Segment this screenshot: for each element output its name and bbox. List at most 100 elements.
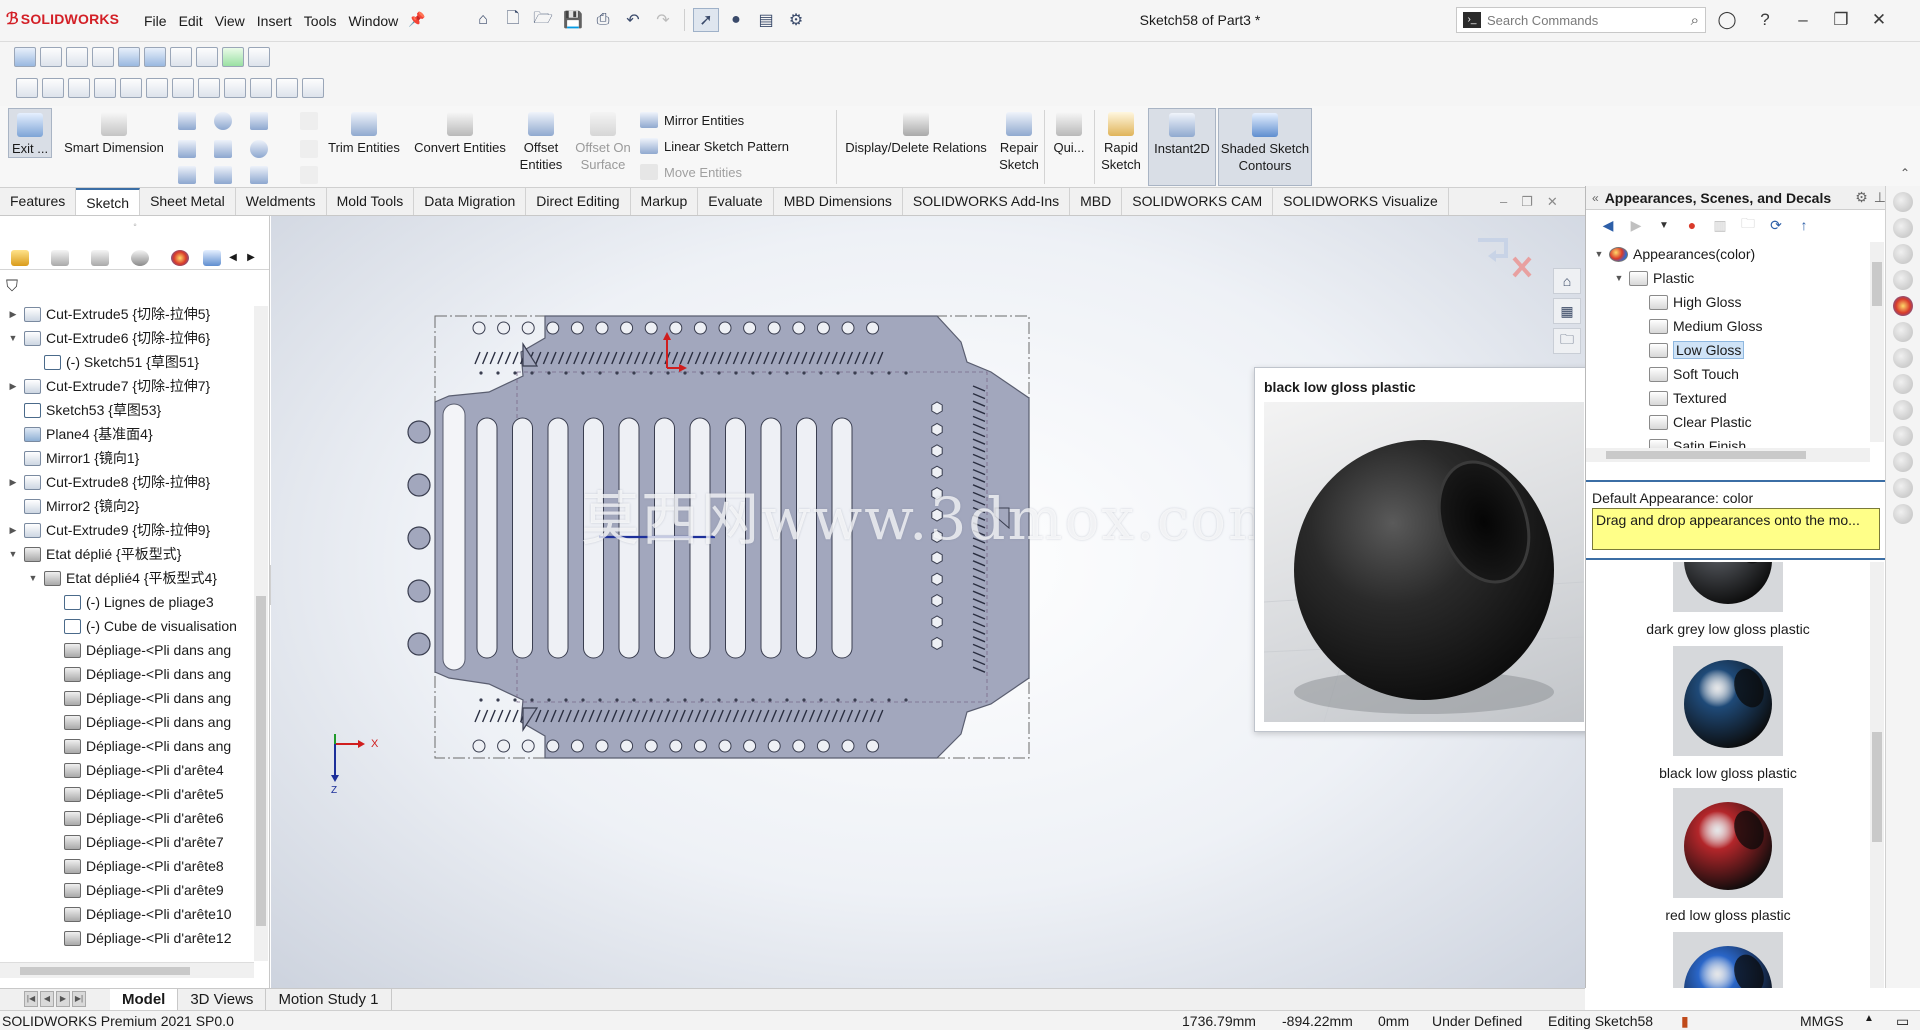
tree-item[interactable]: Dépliage-<Pli d'arête5 xyxy=(0,782,254,806)
rebuild-icon[interactable]: ▮ xyxy=(1681,1013,1689,1030)
solidworks-forum-tab-icon[interactable] xyxy=(1893,348,1913,368)
library-node[interactable]: ▼ Appearances(color) xyxy=(1586,242,1870,266)
tree-item[interactable]: Dépliage-<Pli dans ang xyxy=(0,686,254,710)
minimize-icon[interactable]: – xyxy=(1791,8,1815,32)
swatch-list-scrollbar[interactable] xyxy=(1870,562,1884,988)
tab-sheet-metal[interactable]: Sheet Metal xyxy=(140,188,236,215)
text-icon[interactable] xyxy=(300,140,318,158)
tab-mold-tools[interactable]: Mold Tools xyxy=(327,188,415,215)
spline-icon[interactable] xyxy=(250,112,268,130)
appearance-swatch[interactable] xyxy=(1586,932,1870,988)
display-style-icon[interactable] xyxy=(144,47,166,67)
close-icon[interactable]: ✕ xyxy=(1867,8,1891,32)
back-arrow-icon[interactable]: ◀ xyxy=(1598,216,1618,234)
sketch-tool-icon-7[interactable] xyxy=(172,78,194,98)
doc-restore-icon[interactable]: ❐ xyxy=(1521,194,1533,210)
collapse-arrow-icon[interactable]: ▼ xyxy=(6,333,20,343)
tab-features[interactable]: Features xyxy=(0,188,77,215)
sketch-tool-icon-4[interactable] xyxy=(94,78,116,98)
up-level-icon[interactable]: ↑ xyxy=(1794,216,1814,234)
library-node[interactable]: Satin Finish xyxy=(1586,434,1870,448)
tab-weldments[interactable]: Weldments xyxy=(236,188,327,215)
filter-icon[interactable]: ⛉ xyxy=(6,278,18,296)
last-tab-icon[interactable]: ▶| xyxy=(72,990,86,1007)
tab-markup[interactable]: Markup xyxy=(631,188,699,215)
expand-arrow-icon[interactable]: ▶ xyxy=(6,477,20,488)
resources-tab-icon[interactable] xyxy=(1893,192,1913,212)
tree-item[interactable]: (-) Lignes de pliage3 xyxy=(0,590,254,614)
new-document-icon[interactable]: 🗋 xyxy=(500,8,526,32)
forward-arrow-icon[interactable]: ▶ xyxy=(1626,216,1646,234)
circle-icon[interactable] xyxy=(214,112,232,130)
tab-evaluate[interactable]: Evaluate xyxy=(698,188,774,215)
configuration-manager-tab-icon[interactable] xyxy=(80,247,120,269)
scroll-thumb[interactable] xyxy=(256,596,266,926)
scroll-thumb[interactable] xyxy=(20,967,190,975)
library-node[interactable]: Low Gloss xyxy=(1586,338,1870,362)
save-icon[interactable]: 💾 xyxy=(560,8,586,32)
tree-item[interactable]: ▼ Etat déplié4 {平板型式4} xyxy=(0,566,254,590)
collapse-arrow-icon[interactable]: ▼ xyxy=(1612,273,1626,283)
arc-icon[interactable] xyxy=(214,140,232,158)
sketch-tool-icon-11[interactable] xyxy=(276,78,298,98)
tab-scroll-right-icon[interactable]: ▶ xyxy=(242,247,260,269)
repair-sketch-button[interactable]: Repair Sketch xyxy=(996,108,1042,173)
toolbox-tab-icon[interactable] xyxy=(1893,400,1913,420)
search-icon[interactable]: ⌕ xyxy=(1691,12,1699,29)
library-node[interactable]: Medium Gloss xyxy=(1586,314,1870,338)
view-cube-icon[interactable] xyxy=(118,47,140,67)
tree-item[interactable]: Dépliage-<Pli d'arête6 xyxy=(0,806,254,830)
menu-view[interactable]: View xyxy=(209,11,251,31)
convert-entities-button[interactable]: Convert Entities xyxy=(410,108,510,156)
scene-icon[interactable] xyxy=(222,47,244,67)
tree-item[interactable]: Dépliage-<Pli dans ang xyxy=(0,710,254,734)
tree-item[interactable]: Plane4 {基准面4} xyxy=(0,422,254,446)
cam-tab-icon[interactable] xyxy=(200,247,224,269)
tree-item[interactable]: ▶ Cut-Extrude9 {切除-拉伸9} xyxy=(0,518,254,542)
refresh-icon[interactable]: ⟳ xyxy=(1766,216,1786,234)
account-icon[interactable]: ◯ xyxy=(1715,8,1739,32)
display-manager-tab-icon[interactable] xyxy=(160,247,200,269)
rectangle-icon[interactable] xyxy=(178,140,196,158)
ellipse-icon[interactable] xyxy=(250,140,268,158)
tree-item[interactable]: ▼ Etat déplié {平板型式} xyxy=(0,542,254,566)
smart-dimension-button[interactable]: Smart Dimension xyxy=(60,108,168,156)
library-node[interactable]: Textured xyxy=(1586,386,1870,410)
view-folder-icon[interactable]: 🗀 xyxy=(1553,328,1581,354)
library-node[interactable]: ▼ Plastic xyxy=(1586,266,1870,290)
cam-tab-icon[interactable] xyxy=(1893,426,1913,446)
view-home-icon[interactable]: ⌂ xyxy=(1553,268,1581,294)
first-tab-icon[interactable]: |◀ xyxy=(24,990,38,1007)
tree-item[interactable]: Dépliage-<Pli dans ang xyxy=(0,638,254,662)
tree-item[interactable]: Dépliage-<Pli d'arête4 xyxy=(0,758,254,782)
view-parts-icon[interactable]: ▦ xyxy=(1553,298,1581,324)
tree-item[interactable]: Dépliage-<Pli d'arête8 xyxy=(0,854,254,878)
folder-icon[interactable]: 🗀 xyxy=(1738,215,1758,234)
instant2d-button[interactable]: Instant2D xyxy=(1148,108,1216,186)
tree-item[interactable]: Dépliage-<Pli dans ang xyxy=(0,734,254,758)
scroll-thumb[interactable] xyxy=(1606,451,1806,459)
appearance-swatch[interactable]: black low gloss plastic xyxy=(1586,646,1870,781)
collapse-arrow-icon[interactable]: ▼ xyxy=(1592,249,1606,259)
tree-item[interactable]: Mirror1 {镜向1} xyxy=(0,446,254,470)
collapse-arrow-icon[interactable]: ▼ xyxy=(26,573,40,583)
print-icon[interactable]: ⎙ xyxy=(590,8,616,32)
doc-close-icon[interactable]: ✕ xyxy=(1547,194,1558,210)
tab-mbd[interactable]: MBD xyxy=(1070,188,1123,215)
pin-icon[interactable]: 📌 xyxy=(408,11,425,31)
appearances-tab-icon[interactable] xyxy=(1893,296,1913,316)
sketch-tool-icon-6[interactable] xyxy=(146,78,168,98)
view-settings-icon[interactable] xyxy=(248,47,270,67)
line-icon[interactable] xyxy=(178,112,196,130)
sketch-tool-icon-12[interactable] xyxy=(302,78,324,98)
tree-item[interactable]: Dépliage-<Pli d'arête7 xyxy=(0,830,254,854)
tab-solidworks-cam[interactable]: SOLIDWORKS CAM xyxy=(1122,188,1274,215)
quick-snaps-button[interactable]: Qui... xyxy=(1048,108,1090,156)
tree-item[interactable]: Sketch53 {草图53} xyxy=(0,398,254,422)
options-gear-icon[interactable]: ⚙ xyxy=(783,8,809,32)
plane-icon[interactable] xyxy=(300,112,318,130)
sketch-tool-icon-8[interactable] xyxy=(198,78,220,98)
prev-tab-icon[interactable]: ◀ xyxy=(40,990,54,1007)
expand-arrow-icon[interactable]: ▶ xyxy=(6,309,20,320)
help-icon[interactable]: ? xyxy=(1753,8,1777,32)
